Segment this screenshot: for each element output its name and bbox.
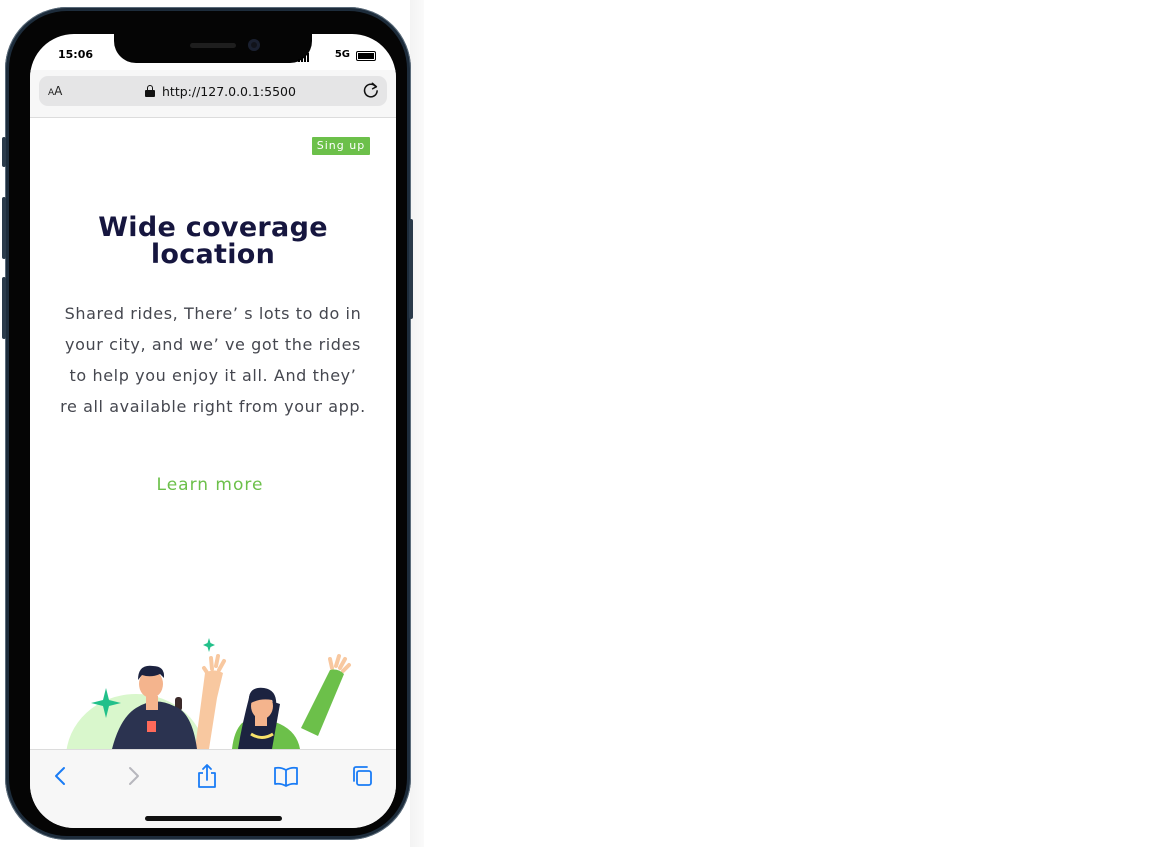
address-bar[interactable]: AA http://127.0.0.1:5500 <box>39 76 387 106</box>
learn-more-link[interactable]: Learn more <box>124 475 296 495</box>
browser-address-area: AA http://127.0.0.1:5500 <box>30 70 396 118</box>
page-content: Sing up Wide coverage location Shared ri… <box>30 118 396 749</box>
status-indicators: 5G <box>296 49 376 62</box>
share-icon[interactable] <box>193 762 221 790</box>
battery-icon <box>356 51 376 61</box>
speaker-grille <box>190 43 236 48</box>
browser-toolbar <box>30 749 396 828</box>
volume-up-button <box>2 197 6 259</box>
volume-down-button <box>2 277 6 339</box>
lock-icon <box>145 85 155 97</box>
tabs-icon[interactable] <box>348 762 376 790</box>
background-shadow <box>410 0 424 847</box>
network-label: 5G <box>334 49 350 60</box>
home-indicator <box>145 816 282 821</box>
page-title: Wide coverage location <box>98 212 328 270</box>
signal-icon <box>298 53 312 62</box>
reload-icon[interactable] <box>362 81 380 99</box>
url-text[interactable]: http://127.0.0.1:5500 <box>162 84 296 99</box>
power-button <box>409 219 413 319</box>
page-description: Shared rides, There’ s lots to do in you… <box>60 304 366 416</box>
bookmarks-icon[interactable] <box>272 762 300 790</box>
status-time: 15:06 <box>58 48 94 61</box>
mute-switch <box>2 137 6 167</box>
front-camera <box>248 39 260 51</box>
signup-button[interactable]: Sing up <box>312 137 370 155</box>
text-size-button[interactable]: AA <box>48 84 62 98</box>
back-icon[interactable] <box>47 762 75 790</box>
phone-screen: 15:06 5G AA http://127.0.0.1:5500 Sing u… <box>30 34 396 828</box>
forward-icon[interactable] <box>119 762 147 790</box>
notch <box>114 34 312 63</box>
people-waving-illustration <box>66 638 351 749</box>
phone-frame: 15:06 5G AA http://127.0.0.1:5500 Sing u… <box>2 7 413 840</box>
